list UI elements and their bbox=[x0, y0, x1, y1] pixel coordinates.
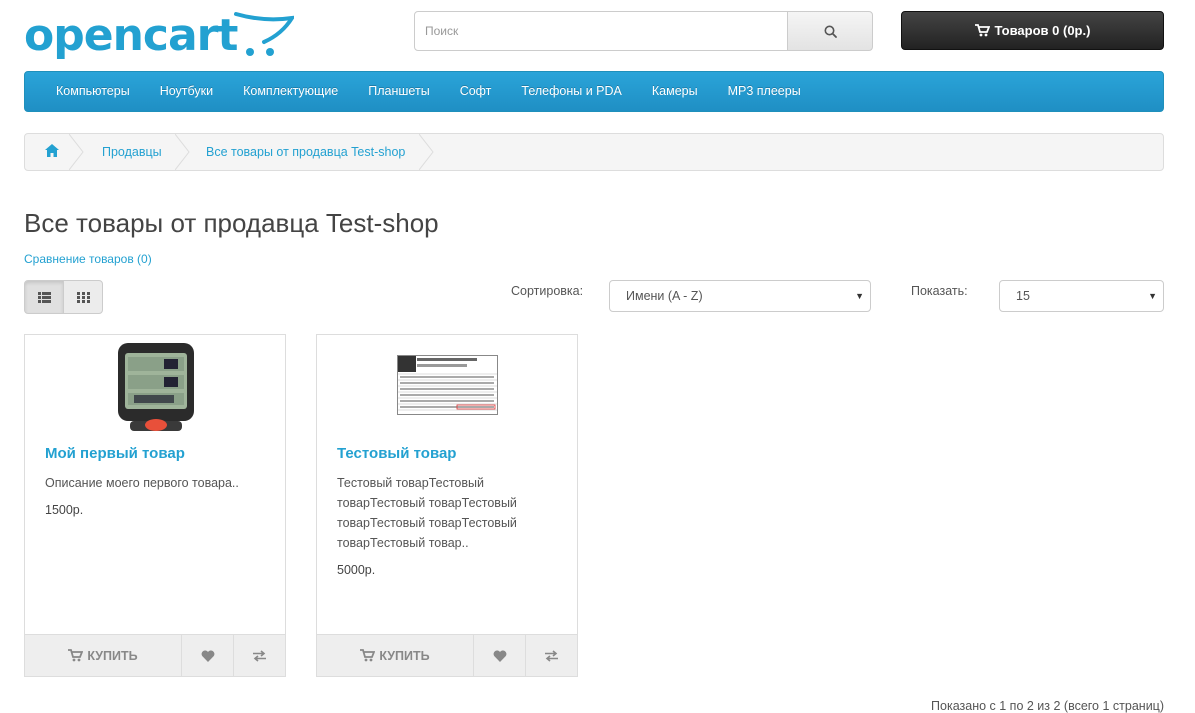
product-description: Описание моего первого товара.. bbox=[45, 476, 239, 490]
table-document-image[interactable] bbox=[397, 355, 498, 415]
breadcrumb-separator bbox=[175, 134, 190, 170]
breadcrumb-current[interactable]: Все товары от продавца Test-shop bbox=[206, 134, 405, 170]
sort-select-value: Имени (A - Z) bbox=[626, 289, 703, 303]
list-view-button[interactable] bbox=[24, 280, 64, 314]
buy-label: КУПИТЬ bbox=[379, 648, 430, 663]
menu-item-computers[interactable]: Компьютеры bbox=[41, 72, 145, 111]
menu-item-mp3[interactable]: MP3 плееры bbox=[713, 72, 816, 111]
cart-label: Товаров 0 (0р.) bbox=[994, 23, 1091, 38]
bike-computer-image[interactable] bbox=[116, 341, 196, 433]
cart-icon bbox=[360, 649, 376, 662]
product-card: Мой первый товар Описание моего первого … bbox=[24, 334, 286, 677]
product-actions: КУПИТЬ bbox=[317, 634, 577, 676]
cart-icon bbox=[68, 649, 84, 662]
dropdown-caret-icon: ▼ bbox=[1148, 291, 1157, 301]
search-input[interactable] bbox=[414, 11, 808, 51]
sort-select[interactable]: Имени (A - Z) ▼ bbox=[609, 280, 871, 312]
product-price: 1500р. bbox=[45, 503, 84, 517]
main-menu: Компьютеры Ноутбуки Комплектующие Планше… bbox=[24, 71, 1164, 112]
breadcrumb-separator bbox=[69, 134, 84, 170]
menu-item-laptops[interactable]: Ноутбуки bbox=[145, 72, 228, 111]
search-icon bbox=[824, 25, 837, 38]
menu-item-phones[interactable]: Телефоны и PDA bbox=[506, 72, 636, 111]
exchange-icon bbox=[253, 649, 266, 662]
home-icon bbox=[45, 144, 59, 157]
product-name[interactable]: Мой первый товар bbox=[45, 445, 185, 462]
limit-label: Показать: bbox=[911, 284, 968, 298]
list-icon bbox=[37, 291, 51, 303]
menu-item-tablets[interactable]: Планшеты bbox=[353, 72, 444, 111]
logo-text: opencart bbox=[24, 10, 238, 61]
limit-select[interactable]: 15 ▼ bbox=[999, 280, 1164, 312]
pagination-info: Показано с 1 по 2 из 2 (всего 1 страниц) bbox=[931, 699, 1164, 713]
add-to-cart-button[interactable]: КУПИТЬ bbox=[25, 635, 182, 676]
search-bar bbox=[414, 11, 873, 51]
buy-label: КУПИТЬ bbox=[87, 648, 138, 663]
cart-icon bbox=[974, 24, 990, 37]
dropdown-caret-icon: ▼ bbox=[855, 291, 864, 301]
breadcrumb: Продавцы Все товары от продавца Test-sho… bbox=[24, 133, 1164, 171]
exchange-icon bbox=[545, 649, 558, 662]
limit-select-value: 15 bbox=[1016, 289, 1030, 303]
grid-icon bbox=[76, 291, 90, 303]
product-name[interactable]: Тестовый товар bbox=[337, 445, 456, 462]
menu-item-software[interactable]: Софт bbox=[445, 72, 507, 111]
menu-item-cameras[interactable]: Камеры bbox=[637, 72, 713, 111]
compare-link[interactable]: Сравнение товаров (0) bbox=[24, 252, 152, 266]
product-price: 5000р. bbox=[337, 563, 376, 577]
add-to-cart-button[interactable]: КУПИТЬ bbox=[317, 635, 474, 676]
product-description: Тестовый товарТестовый товарТестовый тов… bbox=[337, 476, 517, 550]
compare-button[interactable] bbox=[526, 635, 577, 676]
cart-button[interactable]: Товаров 0 (0р.) bbox=[901, 11, 1164, 50]
sort-label: Сортировка: bbox=[511, 284, 584, 298]
breadcrumb-sellers[interactable]: Продавцы bbox=[102, 134, 162, 170]
search-button[interactable] bbox=[787, 11, 873, 51]
compare-button[interactable] bbox=[234, 635, 285, 676]
wishlist-button[interactable] bbox=[474, 635, 526, 676]
breadcrumb-home[interactable] bbox=[45, 144, 59, 160]
product-card: Тестовый товар Тестовый товарТестовый то… bbox=[316, 334, 578, 677]
breadcrumb-separator bbox=[419, 134, 434, 170]
opencart-logo[interactable]: opencart bbox=[24, 8, 296, 62]
view-toggle-group bbox=[24, 280, 103, 314]
wishlist-button[interactable] bbox=[182, 635, 234, 676]
product-actions: КУПИТЬ bbox=[25, 634, 285, 676]
heart-icon bbox=[493, 649, 506, 662]
grid-view-button[interactable] bbox=[63, 280, 103, 314]
heart-icon bbox=[201, 649, 214, 662]
page-title: Все товары от продавца Test-shop bbox=[24, 208, 439, 238]
menu-item-components[interactable]: Комплектующие bbox=[228, 72, 353, 111]
